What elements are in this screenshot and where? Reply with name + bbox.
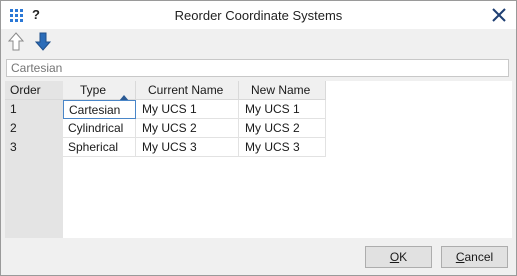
ok-button[interactable]: OK	[365, 246, 432, 268]
column-header-type[interactable]: Type	[63, 81, 136, 101]
dialog-title: Reorder Coordinate Systems	[174, 8, 343, 23]
cell-type-row-3[interactable]: Spherical	[63, 138, 136, 157]
close-icon[interactable]	[490, 6, 508, 24]
cell-current-name-row-3[interactable]: My UCS 3	[136, 138, 239, 157]
column-header-current-name[interactable]: Current Name	[136, 81, 239, 100]
cancel-button[interactable]: Cancel	[441, 246, 508, 268]
title-bar: ? Reorder Coordinate Systems	[1, 1, 516, 29]
cell-new-name-row-2[interactable]: My UCS 2	[239, 119, 326, 138]
cell-new-name-row-3[interactable]: My UCS 3	[239, 138, 326, 157]
cell-type-row-2[interactable]: Cylindrical	[63, 119, 136, 138]
column-header-type-label: Type	[80, 83, 107, 97]
cell-current-name-row-1[interactable]: My UCS 1	[136, 100, 239, 119]
ok-mnemonic: O	[389, 250, 400, 264]
move-down-icon[interactable]	[33, 31, 53, 53]
column-header-new-name[interactable]: New Name	[239, 81, 326, 100]
toolbar	[1, 29, 516, 55]
dialog-footer: OK Cancel	[1, 239, 516, 275]
sort-ascending-icon	[119, 88, 129, 101]
cell-new-name-row-1[interactable]: My UCS 1	[239, 100, 326, 119]
coordinate-systems-table: Order Type Current Name New Name 1 Carte…	[5, 81, 512, 238]
move-up-icon[interactable]	[6, 31, 26, 53]
ok-label-rest: K	[399, 250, 408, 264]
row-header-1[interactable]: 1	[5, 100, 63, 119]
column-header-order[interactable]: Order	[5, 81, 63, 100]
row-header-3[interactable]: 3	[5, 138, 63, 157]
cell-current-name-row-2[interactable]: My UCS 2	[136, 119, 239, 138]
filter-input[interactable]	[6, 59, 509, 77]
row-header-2[interactable]: 2	[5, 119, 63, 138]
cell-type-row-1[interactable]: Cartesian	[63, 100, 136, 119]
reorder-dialog: ? Reorder Coordinate Systems Order Type	[0, 0, 517, 276]
cancel-label-rest: ancel	[464, 250, 494, 264]
